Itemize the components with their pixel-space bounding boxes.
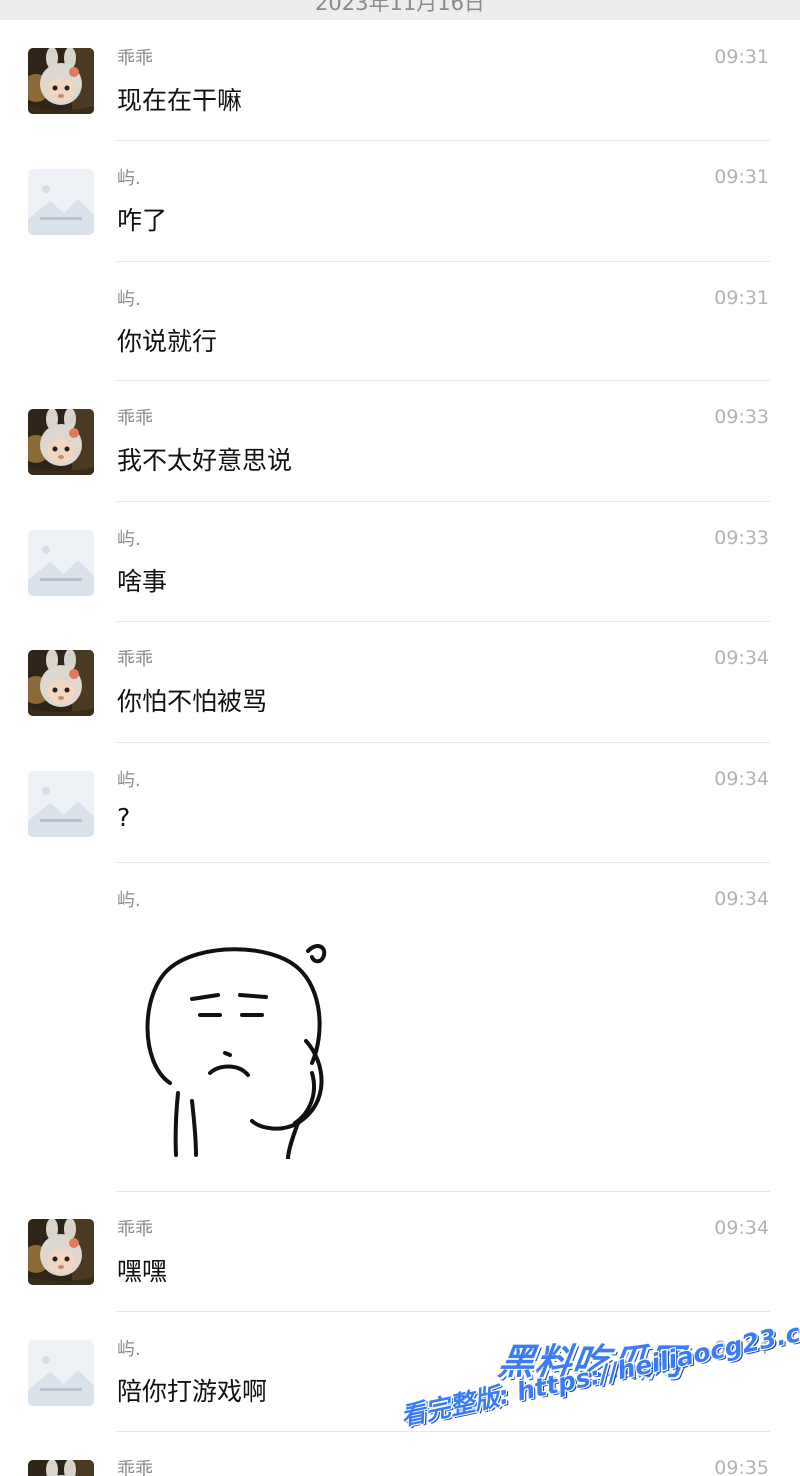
message-text: 啥事 — [117, 567, 168, 596]
date-divider-text: 2023年11月16日 — [315, 0, 485, 15]
landscape-avatar[interactable] — [28, 530, 94, 596]
landscape-avatar[interactable] — [28, 771, 94, 837]
sender-name: 乖乖 — [117, 649, 153, 670]
thinking-face-sticker[interactable] — [130, 923, 340, 1159]
sender-name: 乖乖 — [117, 1459, 153, 1476]
bear-avatar[interactable] — [28, 1460, 94, 1476]
sender-name: 屿. — [117, 289, 141, 310]
bear-avatar[interactable] — [28, 409, 94, 475]
message-time: 09:31 — [714, 46, 769, 68]
message-text: 你说就行 — [117, 327, 218, 356]
chat-message[interactable]: 乖乖 09:34 嘿嘿 — [0, 1192, 800, 1312]
message-text: 现在在干嘛 — [117, 86, 243, 115]
chat-message[interactable]: 乖乖 09:33 我不太好意思说 — [0, 381, 800, 502]
message-text: 我不太好意思说 — [117, 446, 293, 475]
message-time: 09:34 — [714, 647, 769, 669]
message-time: 09:33 — [714, 406, 769, 428]
chat-message[interactable]: 乖乖 09:34 你怕不怕被骂 — [0, 622, 800, 743]
sender-name: 屿. — [117, 168, 141, 189]
sender-name: 乖乖 — [117, 48, 153, 69]
message-text: 嘿嘿 — [117, 1257, 168, 1286]
message-text: 你怕不怕被骂 — [117, 687, 268, 716]
message-text: ? — [117, 803, 131, 832]
chat-message[interactable]: 屿. 09:31 你说就行 — [0, 262, 800, 381]
message-time: 09:35 — [714, 1457, 769, 1476]
message-time: 09:33 — [714, 527, 769, 549]
message-text: 陪你打游戏啊 — [117, 1377, 268, 1406]
message-time: 09:34 — [714, 1337, 769, 1359]
bear-avatar[interactable] — [28, 650, 94, 716]
message-time: 09:34 — [714, 768, 769, 790]
sender-name: 屿. — [117, 770, 141, 791]
message-text: 咋了 — [117, 206, 168, 235]
landscape-avatar[interactable] — [28, 1340, 94, 1406]
sender-name: 屿. — [117, 1339, 141, 1360]
sender-name: 屿. — [117, 890, 141, 911]
bear-avatar[interactable] — [28, 48, 94, 114]
sender-name: 乖乖 — [117, 1219, 153, 1240]
message-time: 09:34 — [714, 888, 769, 910]
message-time: 09:34 — [714, 1217, 769, 1239]
landscape-avatar[interactable] — [28, 169, 94, 235]
chat-message[interactable]: 屿. 09:34 — [0, 863, 800, 1192]
message-time: 09:31 — [714, 287, 769, 309]
chat-message[interactable]: 屿. 09:34 ? — [0, 743, 800, 863]
sender-name: 屿. — [117, 529, 141, 550]
message-time: 09:31 — [714, 166, 769, 188]
chat-message[interactable]: 屿. 09:34 陪你打游戏啊 — [0, 1312, 800, 1432]
chat-message[interactable]: 乖乖 09:35 — [0, 1432, 800, 1476]
chat-message[interactable]: 屿. 09:33 啥事 — [0, 502, 800, 622]
chat-message[interactable]: 屿. 09:31 咋了 — [0, 141, 800, 262]
sender-name: 乖乖 — [117, 408, 153, 429]
date-divider-bar: 2023年11月16日 — [0, 0, 800, 20]
bear-avatar[interactable] — [28, 1219, 94, 1285]
chat-message[interactable]: 乖乖 09:31 现在在干嘛 — [0, 21, 800, 141]
